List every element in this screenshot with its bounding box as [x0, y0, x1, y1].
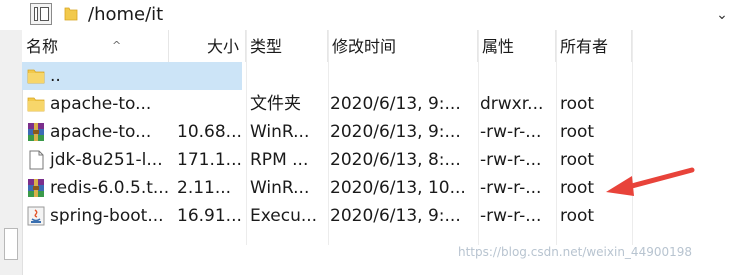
file-modified: 2020/6/13, 9:...: [330, 206, 461, 226]
column-header-name[interactable]: 名称 ^: [22, 30, 169, 62]
file-name-cell[interactable]: redis-6.0.5.t...: [22, 174, 169, 202]
scroll-handle[interactable]: [4, 228, 18, 260]
file-attributes: -rw-r-...: [480, 150, 542, 170]
column-header-size[interactable]: 大小: [169, 30, 246, 62]
file-modified: 2020/6/13, 10...: [330, 178, 466, 198]
file-name: redis-6.0.5.t...: [50, 178, 169, 198]
file-attributes: -rw-r-...: [480, 178, 542, 198]
column-header-attributes[interactable]: 属性: [478, 30, 556, 62]
file-owner: root: [560, 94, 595, 114]
file-size: [169, 90, 242, 118]
column-header-attributes-label: 属性: [482, 37, 515, 56]
file-name: spring-boot...: [50, 206, 164, 226]
file-type: WinR...: [250, 122, 310, 142]
red-annotation-arrow-icon: [606, 167, 695, 196]
file-type: RPM ...: [250, 150, 309, 170]
column-header-type-label: 类型: [250, 37, 283, 56]
file-modified: [330, 62, 476, 90]
folder-icon: [26, 66, 46, 86]
file-size: 10.68...: [177, 122, 242, 142]
file-size: [169, 62, 242, 90]
file-attributes: [480, 62, 552, 90]
file-name: ..: [50, 66, 61, 86]
file-size: 2.11...: [177, 178, 232, 198]
file-modified: 2020/6/13, 9:...: [330, 94, 461, 114]
file-attributes: drwxr...: [480, 94, 544, 114]
file-size: 171.1...: [177, 150, 242, 170]
file-owner: [560, 62, 630, 90]
column-header-modified-label: 修改时间: [332, 37, 397, 56]
file-modified: 2020/6/13, 9:...: [330, 122, 461, 142]
file-name: apache-to...: [50, 94, 152, 114]
column-header-size-label: 大小: [206, 37, 239, 56]
left-gutter: [0, 30, 23, 275]
panel-left-icon: [34, 7, 38, 21]
sort-ascending-icon: ^: [112, 39, 122, 52]
file-name: apache-to...: [50, 122, 152, 142]
blank-file-icon: [26, 150, 46, 170]
file-attributes: -rw-r-...: [480, 206, 542, 226]
column-header-type[interactable]: 类型: [246, 30, 328, 62]
file-type: Execu...: [250, 206, 318, 226]
file-owner: root: [560, 206, 595, 226]
file-name: jdk-8u251-l...: [50, 150, 163, 170]
file-row[interactable]: apache-to... 10.68... WinR... 2020/6/13, 9:…: [22, 118, 740, 146]
folder-icon: [26, 94, 46, 114]
file-name-cell[interactable]: jdk-8u251-l...: [22, 146, 169, 174]
column-header-modified[interactable]: 修改时间: [328, 30, 478, 62]
column-header-name-label: 名称: [26, 37, 59, 56]
file-name-cell[interactable]: apache-to...: [22, 118, 169, 146]
file-name-cell[interactable]: ..: [22, 62, 169, 90]
column-header-owner-label: 所有者: [560, 37, 609, 56]
file-name-cell[interactable]: apache-to...: [22, 90, 169, 118]
file-type: WinR...: [250, 178, 310, 198]
panel-right-icon: [40, 7, 49, 21]
file-modified: 2020/6/13, 8:...: [330, 150, 461, 170]
file-type: 文件夹: [250, 94, 301, 114]
file-owner: root: [560, 122, 595, 142]
java-jar-icon: [26, 206, 46, 226]
column-header-owner[interactable]: 所有者: [556, 30, 632, 62]
path-bar: ⌄: [0, 0, 740, 31]
path-dropdown-chevron-icon[interactable]: ⌄: [712, 5, 732, 25]
path-input[interactable]: [88, 2, 708, 26]
winrar-archive-icon: [26, 122, 46, 142]
file-row[interactable]: ..: [22, 62, 740, 90]
file-row[interactable]: spring-boot... 16.91... Execu... 2020/6/13,…: [22, 202, 740, 230]
winrar-archive-icon: [26, 178, 46, 198]
file-size: 16.91...: [177, 206, 242, 226]
file-row[interactable]: apache-to... 文件夹 2020/6/13, 9:... drwxr... r…: [22, 90, 740, 118]
panel-toggle-button[interactable]: [30, 3, 52, 25]
file-name-cell[interactable]: spring-boot...: [22, 202, 169, 230]
watermark-text: https://blog.csdn.net/weixin_44900198: [458, 245, 693, 259]
file-type: [250, 62, 326, 90]
folder-icon: [64, 7, 78, 21]
file-attributes: -rw-r-...: [480, 122, 542, 142]
